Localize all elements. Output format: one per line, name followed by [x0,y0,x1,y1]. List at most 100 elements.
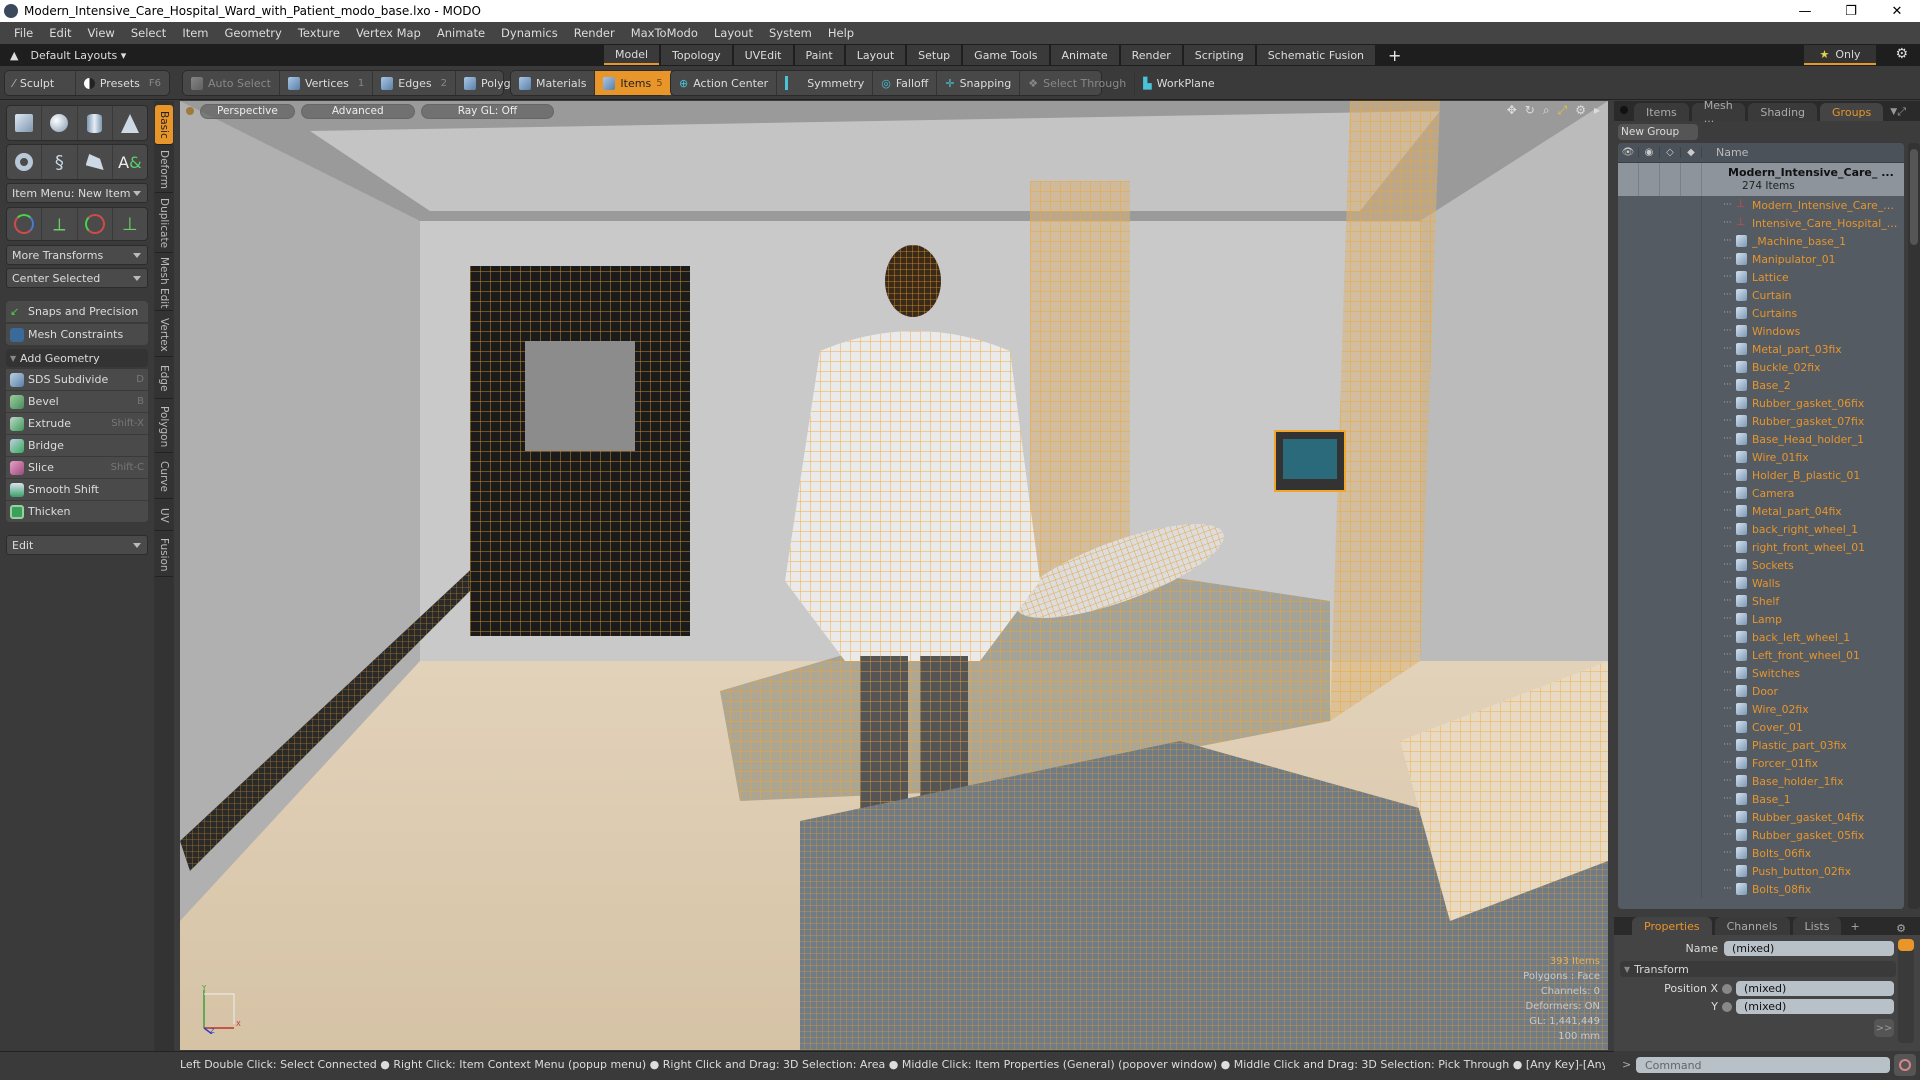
viewport-gear-icon[interactable]: ⚙ [1575,103,1586,118]
pen-tool[interactable] [78,145,113,179]
tree-item-gutter[interactable] [1618,736,1702,754]
tree-item[interactable]: ··· Curtain [1618,286,1904,304]
root-render-icon[interactable] [1639,163,1660,196]
tree-item-gutter[interactable] [1618,628,1702,646]
tree-item[interactable]: ··· Walls [1618,574,1904,592]
orbit-icon[interactable]: ↻ [1525,103,1535,118]
tab-schematic-fusion[interactable]: Schematic Fusion [1256,45,1376,65]
tree-item[interactable]: ··· Buckle_02fix [1618,358,1904,376]
tab-paint[interactable]: Paint [794,45,844,65]
snapping-button[interactable]: ✛ Snapping [937,71,1021,95]
tree-item[interactable]: ··· Base_holder_1fix [1618,772,1904,790]
menu-edit[interactable]: Edit [41,26,79,40]
tree-item[interactable]: ··· Push_button_02fix [1618,862,1904,880]
workplane-button[interactable]: ▙ WorkPlane [1135,71,1223,95]
item-menu-dropdown[interactable]: Item Menu: New Item [6,183,148,203]
edit-dropdown[interactable]: Edit [6,535,148,555]
tree-item-gutter[interactable] [1618,754,1702,772]
tree-item-gutter[interactable] [1618,592,1702,610]
tab-topology[interactable]: Topology [661,45,732,65]
tree-item-gutter[interactable] [1618,430,1702,448]
tree-item-gutter[interactable] [1618,232,1702,250]
props-gear-icon[interactable]: ⚙ [1896,922,1906,935]
tab-items[interactable]: Items [1634,103,1689,121]
tree-item-gutter[interactable] [1618,862,1702,880]
tree-item[interactable]: ··· Wire_02fix [1618,700,1904,718]
menu-select[interactable]: Select [123,26,174,40]
tree-item-gutter[interactable] [1618,826,1702,844]
tree-item[interactable]: ··· Bolts_06fix [1618,844,1904,862]
tree-item-gutter[interactable] [1618,574,1702,592]
tree-item[interactable]: ··· right_front_wheel_01 [1618,538,1904,556]
collapse-arrow-icon[interactable]: ▲ [10,49,18,62]
tree-item[interactable]: ··· Rubber_gasket_05fix [1618,826,1904,844]
menu-texture[interactable]: Texture [290,26,348,40]
tab-shading[interactable]: Shading [1748,103,1818,121]
vtab-fusion[interactable]: Fusion [155,533,173,577]
position-y-field[interactable]: (mixed) [1736,999,1894,1014]
vtab-edge[interactable]: Edge [155,359,173,399]
tab-groups[interactable]: Groups [1820,103,1884,121]
menu-vertex-map[interactable]: Vertex Map [348,26,429,40]
scale-tool[interactable]: ⊥ [113,208,147,240]
tab-mesh[interactable]: Mesh ... [1691,99,1746,125]
tree-item-gutter[interactable] [1618,772,1702,790]
command-input[interactable]: Command [1636,1057,1890,1073]
tree-item[interactable]: ··· Metal_part_03fix [1618,340,1904,358]
name-field[interactable]: (mixed) [1724,941,1894,956]
3d-viewport[interactable]: Perspective Advanced Ray GL: Off ✥ ↻ ⌕ ⤢… [180,101,1608,1050]
position-x-field[interactable]: (mixed) [1736,981,1894,996]
mesh-constraints-button[interactable]: Mesh Constraints [6,324,148,346]
add-geometry-section[interactable]: ▼ Add Geometry [6,349,148,367]
add-tab-button[interactable]: + [1377,45,1412,65]
menu-help[interactable]: Help [820,26,862,40]
properties-scrollbar[interactable] [1898,939,1914,1043]
tree-item[interactable]: ··· back_left_wheel_1 [1618,628,1904,646]
tree-item-gutter[interactable] [1618,520,1702,538]
select-through-button[interactable]: ❖ Select Through [1020,71,1136,95]
tree-item[interactable]: ··· Lattice [1618,268,1904,286]
tree-item[interactable]: ··· Cover_01 [1618,718,1904,736]
record-macro-button[interactable] [1894,1054,1916,1076]
tree-item[interactable]: ··· Holder_B_plastic_01 [1618,466,1904,484]
pan-icon[interactable]: ✥ [1507,103,1517,118]
perspective-dropdown[interactable]: Perspective [200,103,295,119]
viewport-arrow-icon[interactable]: ▸ [1594,103,1600,118]
tree-item-gutter[interactable] [1618,844,1702,862]
maximize-icon[interactable]: ⤢ [1558,103,1568,118]
visibility-column-icon[interactable]: 👁 [1618,147,1639,158]
tab-model[interactable]: Model [604,45,660,65]
tree-item-gutter[interactable] [1618,808,1702,826]
tree-item[interactable]: ··· Sockets [1618,556,1904,574]
menu-render[interactable]: Render [566,26,623,40]
lock-column-icon[interactable]: ◇ [1660,147,1681,158]
tree-item[interactable]: ··· Manipulator_01 [1618,250,1904,268]
tree-item-gutter[interactable] [1618,664,1702,682]
tree-item[interactable]: ··· Base_2 [1618,376,1904,394]
only-toggle[interactable]: ★ Only [1804,45,1876,65]
tab-render[interactable]: Render [1120,45,1182,65]
menu-geometry[interactable]: Geometry [217,26,290,40]
menu-item[interactable]: Item [174,26,216,40]
close-button[interactable]: ✕ [1874,0,1920,22]
bevel-button[interactable]: Bevel B [6,391,148,413]
action-center-button[interactable]: ⊕ Action Center [671,71,778,95]
root-select-checkbox[interactable] [1681,163,1702,196]
snaps-precision-button[interactable]: ↙ Snaps and Precision [6,301,148,323]
tree-item[interactable]: ··· Forcer_01fix [1618,754,1904,772]
cube-tool[interactable] [7,106,43,140]
sds-subdivide-button[interactable]: SDS Subdivide D [6,369,148,391]
tree-item[interactable]: ··· Rubber_gasket_06fix [1618,394,1904,412]
shading-dropdown[interactable]: Advanced [300,103,415,119]
tree-item[interactable]: ··· Switches [1618,664,1904,682]
tree-scrollbar[interactable] [1908,143,1920,909]
symmetry-button[interactable]: Symmetry [777,71,874,95]
tree-item-gutter[interactable] [1618,682,1702,700]
tab-scripting[interactable]: Scripting [1183,45,1255,65]
menu-dynamics[interactable]: Dynamics [493,26,566,40]
tab-setup[interactable]: Setup [907,45,962,65]
rotate-tool[interactable] [78,208,113,240]
default-layouts-dropdown[interactable]: Default Layouts ▾ [30,49,126,62]
tab-layout[interactable]: Layout [845,45,906,65]
tree-item-gutter[interactable] [1618,340,1702,358]
